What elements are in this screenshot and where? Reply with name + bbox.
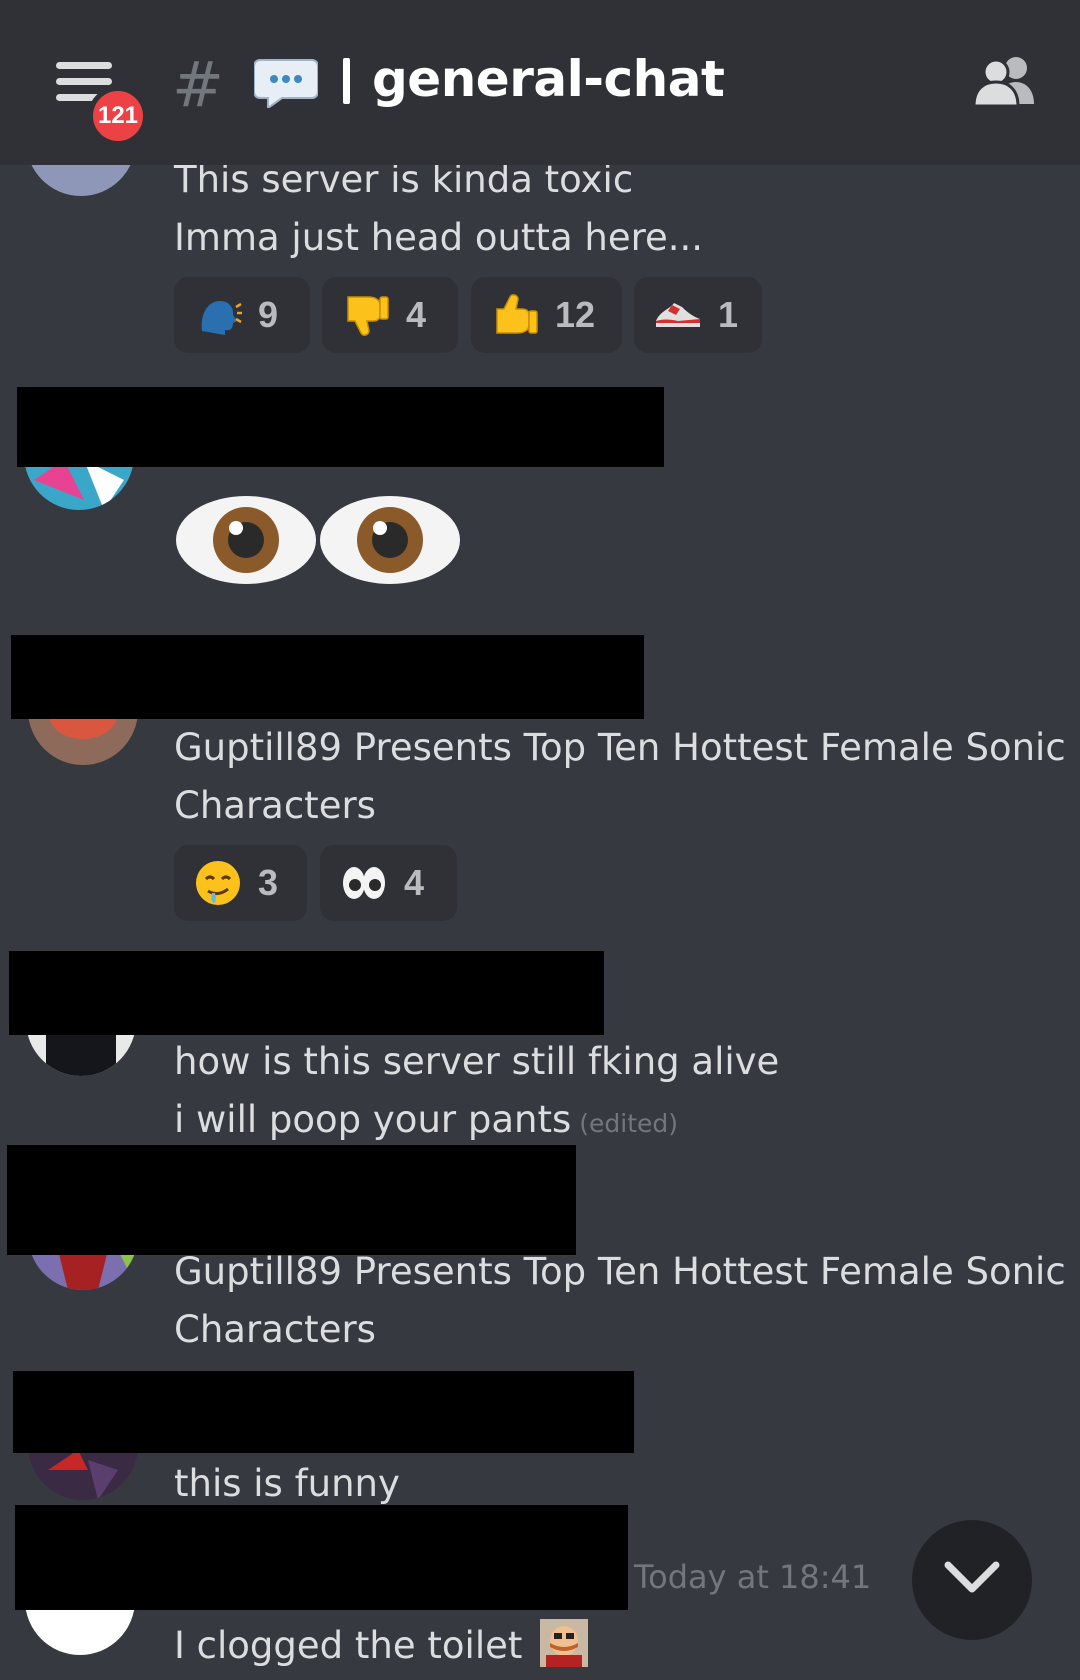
unread-badge: 121 bbox=[88, 86, 148, 146]
speech-bubble-icon bbox=[253, 56, 319, 112]
reaction-thumbs-down[interactable]: 4 bbox=[322, 277, 458, 353]
message-text: i will poop your pants (edited) bbox=[174, 1098, 679, 1141]
reaction-drooling-face[interactable]: 3 bbox=[174, 845, 307, 921]
reaction-sneaker[interactable]: 1 bbox=[634, 277, 762, 353]
reaction-eyes[interactable]: 4 bbox=[320, 845, 457, 921]
thumbs-down-icon bbox=[342, 291, 390, 339]
channel-header: 121 # general-chat bbox=[0, 0, 1080, 165]
drooling-face-icon bbox=[194, 859, 242, 907]
sneaker-icon bbox=[654, 291, 702, 339]
channel-name[interactable]: general-chat bbox=[372, 50, 725, 108]
scroll-to-bottom-button[interactable] bbox=[912, 1520, 1032, 1640]
edited-label: (edited) bbox=[579, 1109, 679, 1138]
chevron-down-icon bbox=[944, 1561, 1000, 1599]
reaction-speaking-head[interactable]: 9 bbox=[174, 277, 310, 353]
message-text: Guptill89 Presents Top Ten Hottest Femal… bbox=[174, 726, 1066, 769]
emoji-message-eyes bbox=[174, 490, 464, 594]
message-timestamp: Today at 18:41 bbox=[634, 1558, 872, 1596]
redacted-username bbox=[15, 1505, 628, 1610]
eyes-icon bbox=[340, 859, 388, 907]
message-text: how is this server still fking alive bbox=[174, 1040, 780, 1083]
redacted-username bbox=[13, 1371, 634, 1453]
message-text: I clogged the toilet bbox=[174, 1619, 589, 1676]
message-text: Characters bbox=[174, 784, 376, 827]
message-text: this is funny bbox=[174, 1462, 400, 1505]
speaking-head-icon bbox=[194, 291, 242, 339]
redacted-username bbox=[11, 635, 644, 719]
message-text: Characters bbox=[174, 1308, 376, 1351]
channel-hash-icon: # bbox=[172, 48, 224, 121]
eggman-emoji-icon bbox=[540, 1619, 589, 1676]
message-text: Guptill89 Presents Top Ten Hottest Femal… bbox=[174, 1250, 1066, 1293]
thumbs-up-icon bbox=[491, 291, 539, 339]
reaction-thumbs-up[interactable]: 12 bbox=[471, 277, 622, 353]
message-text: Imma just head outta here... bbox=[174, 216, 704, 259]
channel-name-divider bbox=[343, 58, 350, 104]
redacted-username bbox=[7, 1145, 576, 1255]
redacted-username bbox=[17, 387, 664, 467]
redacted-username bbox=[9, 951, 604, 1035]
members-icon[interactable] bbox=[972, 54, 1040, 110]
